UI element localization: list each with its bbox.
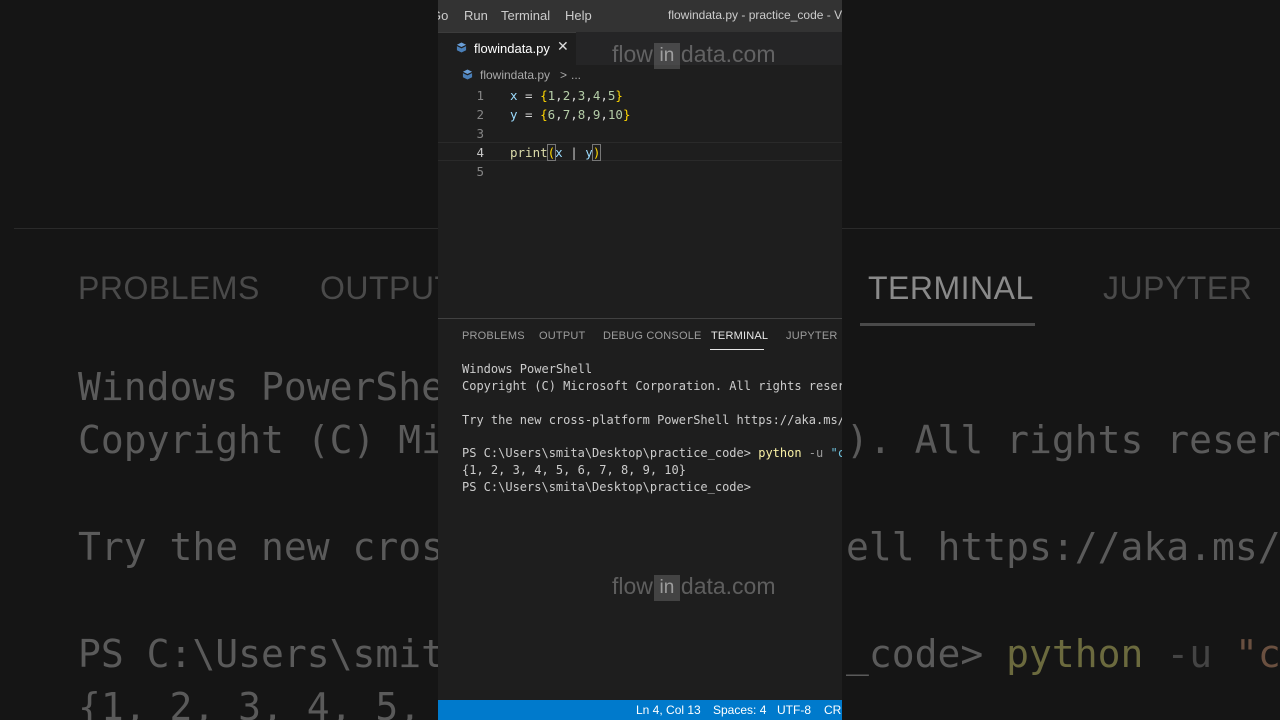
terminal-prompt: PS C:\Users\smita\Desktop\practice_code> <box>462 446 759 460</box>
background-line-powershell: Windows PowerShell <box>78 365 490 409</box>
terminal-line: Try the new cross-platform PowerShell ht… <box>462 413 842 427</box>
code-line: 2 y = {6,7,8,9,10} <box>438 105 842 124</box>
window-title: flowindata.py - practice_code - Visual S… <box>668 8 842 22</box>
close-icon[interactable]: ✕ <box>557 39 569 55</box>
tab-label: flowindata.py <box>474 41 550 56</box>
line-number: 3 <box>476 126 484 141</box>
line-number: 1 <box>476 88 484 103</box>
status-indentation[interactable]: Spaces: 4 <box>713 703 766 717</box>
code-line: 1 x = {1,2,3,4,5} <box>438 86 842 105</box>
background-tab-terminal: TERMINAL <box>868 270 1034 306</box>
menu-go[interactable]: Go <box>438 8 448 23</box>
terminal-prompt[interactable]: PS C:\Users\smita\Desktop\practice_code> <box>462 480 751 494</box>
line-number: 5 <box>476 164 484 179</box>
background-flag: -u <box>1143 632 1235 676</box>
background-tab-problems: PROBLEMS <box>78 270 260 306</box>
watermark-text: flow <box>612 573 653 599</box>
terminal-argument: "c:\Users\smita\Desktop\practice_code\fl… <box>830 446 842 460</box>
tab-debug-console[interactable]: DEBUG CONSOLE <box>603 330 702 342</box>
terminal-command-line: PS C:\Users\smita\Desktop\practice_code>… <box>462 446 842 460</box>
terminal-flag: -u <box>801 446 831 460</box>
code-text: x = {1,2,3,4,5} <box>510 88 623 103</box>
breadcrumb-file[interactable]: flowindata.py <box>480 68 550 82</box>
terminal-output: {1, 2, 3, 4, 5, 6, 7, 8, 9, 10} <box>462 463 686 477</box>
code-text: print(x | y) <box>510 144 602 161</box>
background-line-try: Try the new cross <box>78 525 467 569</box>
background-line-copyright: Copyright (C) Mic <box>78 418 467 462</box>
vscode-window: Go Run Terminal Help flowindata.py - pra… <box>438 0 842 720</box>
line-number: 4 <box>476 145 484 160</box>
tab-terminal[interactable]: TERMINAL <box>711 330 768 342</box>
watermark-text: data.com <box>680 573 776 599</box>
terminal-command: python <box>758 446 802 460</box>
code-line: 5 <box>438 162 842 181</box>
code-text: y = {6,7,8,9,10} <box>510 107 631 122</box>
chevron-right-icon: > <box>560 68 568 82</box>
background-tab-jupyter: JUPYTER <box>1103 270 1253 306</box>
status-eol[interactable]: CRLF <box>824 703 842 717</box>
tab-flowindata-py[interactable]: flowindata.py ✕ <box>438 32 576 65</box>
python-file-icon <box>456 42 467 53</box>
background-prompt-end: _code> <box>846 632 1007 676</box>
tab-jupyter[interactable]: JUPYTER <box>786 330 838 342</box>
bottom-panel: PROBLEMS OUTPUT DEBUG CONSOLE TERMINAL J… <box>438 318 842 701</box>
background-line-output: {1, 2, 3, 4, 5, 6 <box>78 685 467 720</box>
watermark-text: flow <box>612 41 653 67</box>
background-line-prompt-right: _code> python -u "c:\ <box>846 632 1280 676</box>
watermark-text: data.com <box>680 41 776 67</box>
menu-help[interactable]: Help <box>565 8 592 23</box>
tab-output[interactable]: OUTPUT <box>539 330 585 342</box>
background-line-copyright-right: ). All rights reserve <box>846 418 1280 462</box>
background-arg: "c:\ <box>1234 632 1280 676</box>
status-cursor-position[interactable]: Ln 4, Col 13 <box>636 703 701 717</box>
background-tab-output: OUTPUT <box>320 270 455 306</box>
background-tab-underline <box>860 323 1035 326</box>
background-line-try-right: ell https://aka.ms/ps <box>846 525 1280 569</box>
watermark-box: in <box>653 574 680 601</box>
code-editor[interactable]: 1 x = {1,2,3,4,5} 2 y = {6,7,8,9,10} 3 4… <box>438 86 842 316</box>
python-file-icon <box>462 69 473 80</box>
active-tab-indicator <box>710 349 764 350</box>
terminal-line: Copyright (C) Microsoft Corporation. All… <box>462 379 842 393</box>
menu-run[interactable]: Run <box>464 8 488 23</box>
line-number: 2 <box>476 107 484 122</box>
terminal-line: Windows PowerShell <box>462 362 593 376</box>
watermark-box: in <box>653 42 680 69</box>
code-line-current: 4 print(x | y) <box>438 142 842 161</box>
menu-terminal[interactable]: Terminal <box>501 8 550 23</box>
menu-bar: Go Run Terminal Help flowindata.py - pra… <box>438 0 842 32</box>
background-python: python <box>1006 632 1144 676</box>
tab-problems[interactable]: PROBLEMS <box>462 330 525 342</box>
status-bar: Ln 4, Col 13 Spaces: 4 UTF-8 CRLF <box>438 700 842 720</box>
watermark-logo: flow in data.com <box>612 573 776 601</box>
breadcrumb-more[interactable]: ... <box>571 68 581 82</box>
background-line-prompt: PS C:\Users\smita <box>78 632 467 676</box>
status-encoding[interactable]: UTF-8 <box>777 703 811 717</box>
code-line: 3 <box>438 124 842 143</box>
watermark-logo: flow in data.com <box>612 41 776 69</box>
